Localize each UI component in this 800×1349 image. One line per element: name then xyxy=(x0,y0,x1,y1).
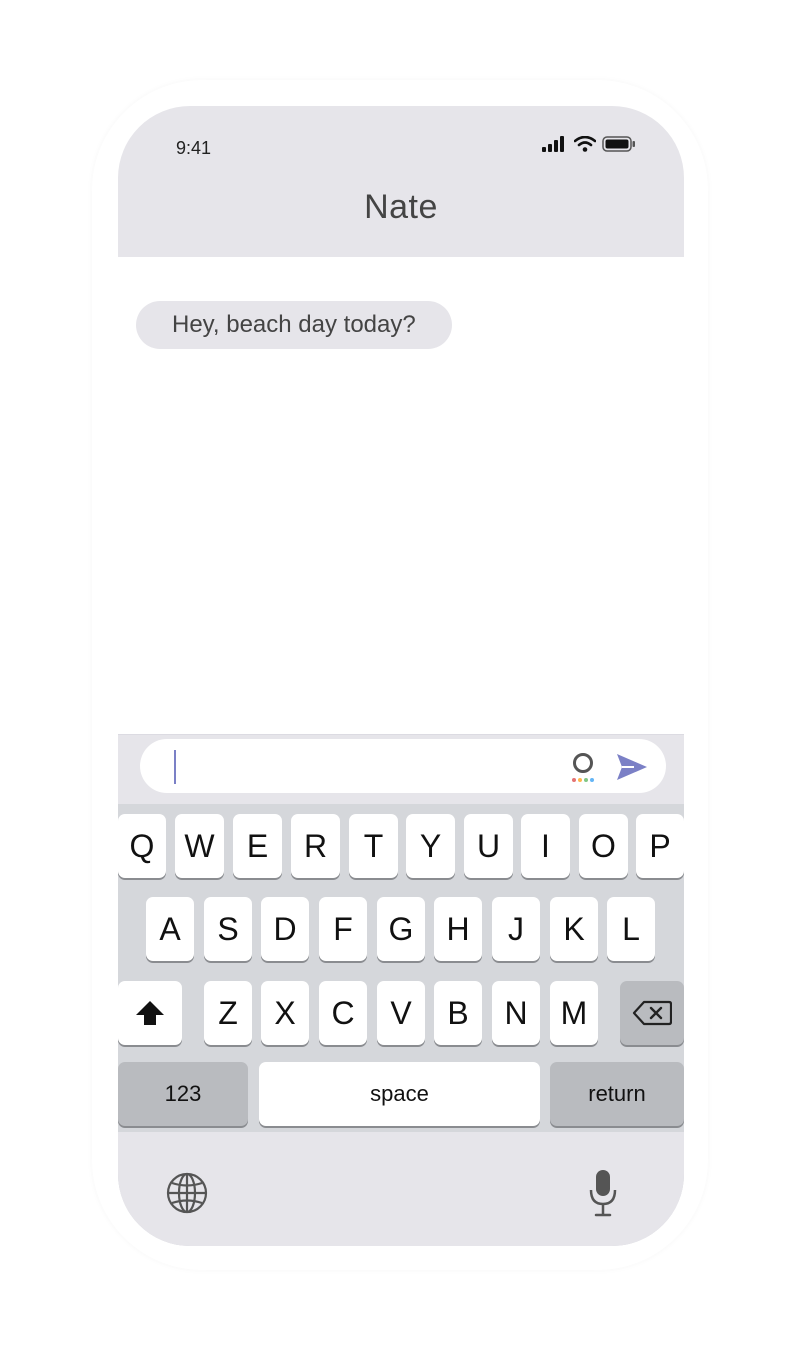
return-key[interactable]: return xyxy=(550,1062,684,1126)
key-q[interactable]: Q xyxy=(118,814,166,878)
send-icon[interactable] xyxy=(616,753,648,781)
key-w[interactable]: W xyxy=(175,814,224,878)
key-r[interactable]: R xyxy=(291,814,340,878)
numbers-key[interactable]: 123 xyxy=(118,1062,248,1126)
key-m[interactable]: M xyxy=(550,981,598,1045)
grammarly-icon[interactable] xyxy=(570,750,596,784)
key-f[interactable]: F xyxy=(319,897,367,961)
conversation-area: Hey, beach day today? xyxy=(118,257,684,734)
space-key[interactable]: space xyxy=(259,1062,540,1126)
key-h[interactable]: H xyxy=(434,897,482,961)
key-a[interactable]: A xyxy=(146,897,194,961)
message-input[interactable] xyxy=(140,739,666,793)
status-time: 9:41 xyxy=(176,138,212,158)
key-y[interactable]: Y xyxy=(406,814,455,878)
incoming-message-bubble: Hey, beach day today? xyxy=(136,301,452,349)
key-l[interactable]: L xyxy=(607,897,655,961)
key-i[interactable]: I xyxy=(521,814,570,878)
key-u[interactable]: U xyxy=(464,814,513,878)
cellular-signal-icon xyxy=(542,136,564,152)
key-o[interactable]: O xyxy=(579,814,628,878)
keyboard-bottom-bar xyxy=(118,1132,684,1246)
key-x[interactable]: X xyxy=(261,981,309,1045)
key-j[interactable]: J xyxy=(492,897,540,961)
wifi-icon xyxy=(574,136,596,152)
key-c[interactable]: C xyxy=(319,981,367,1045)
key-d[interactable]: D xyxy=(261,897,309,961)
key-s[interactable]: S xyxy=(204,897,252,961)
key-v[interactable]: V xyxy=(377,981,425,1045)
delete-key[interactable] xyxy=(620,981,684,1045)
message-composer xyxy=(118,734,684,805)
key-b[interactable]: B xyxy=(434,981,482,1045)
key-p[interactable]: P xyxy=(636,814,684,878)
key-e[interactable]: E xyxy=(233,814,282,878)
key-z[interactable]: Z xyxy=(204,981,252,1045)
status-icons xyxy=(542,136,636,152)
shift-icon xyxy=(136,1001,164,1025)
key-k[interactable]: K xyxy=(550,897,598,961)
battery-icon xyxy=(602,136,635,152)
phone-screen: 9:41 Nate Hey, beach day today? Q W E R … xyxy=(118,106,684,1246)
microphone-icon[interactable] xyxy=(588,1168,618,1218)
key-g[interactable]: G xyxy=(377,897,425,961)
globe-icon[interactable] xyxy=(166,1172,208,1214)
key-n[interactable]: N xyxy=(492,981,540,1045)
status-bar: 9:41 xyxy=(118,106,684,186)
shift-key[interactable] xyxy=(118,981,182,1045)
backspace-icon xyxy=(632,1000,672,1026)
keyboard: Q W E R T Y U I O P A S D F G H J K L Z … xyxy=(118,804,684,1246)
key-t[interactable]: T xyxy=(349,814,398,878)
contact-name-title: Nate xyxy=(364,188,438,226)
text-cursor xyxy=(174,750,176,784)
